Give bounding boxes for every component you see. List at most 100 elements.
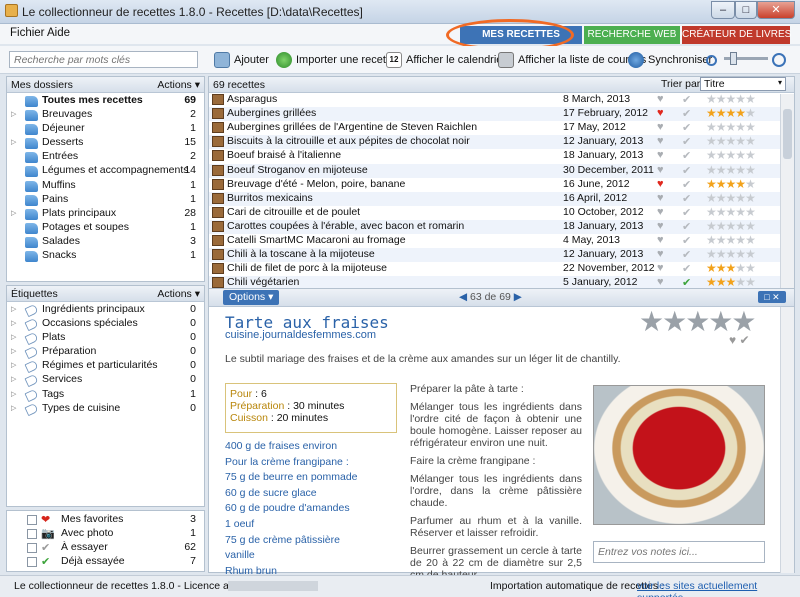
recipe-row[interactable]: Boeuf braisé à l'italienne 18 January, 20… (209, 148, 780, 163)
calendar-button[interactable]: 12 Afficher le calendrier (386, 50, 506, 70)
filter-checkbox[interactable] (27, 515, 37, 525)
tag-item[interactable]: ▷ Types de cuisine 0 (7, 402, 204, 416)
check-gray-icon[interactable]: ✔ (682, 192, 691, 205)
check-gray-icon[interactable]: ✔ (682, 234, 691, 247)
expand-arrow-icon[interactable]: ▷ (11, 110, 16, 118)
recipe-row[interactable]: Aubergines grillées 17 February, 2012 ♥ ✔ ★★… (209, 106, 780, 122)
expand-arrow-icon[interactable]: ▷ (11, 138, 16, 146)
rating-stars[interactable]: ★★★★★ (706, 205, 756, 219)
rating-stars[interactable]: ★★★★★ (706, 261, 756, 275)
tag-item[interactable]: ▷ Occasions spéciales 0 (7, 317, 204, 332)
heart-gray-icon[interactable]: ♥ (657, 234, 664, 246)
folder-item[interactable]: Potages et soupes 1 (7, 221, 204, 235)
filter-item[interactable]: ✔ À essayer 62 (7, 541, 204, 555)
rating-stars[interactable]: ★★★★★ (706, 163, 756, 177)
tags-actions-button[interactable]: Actions ▾ (157, 288, 200, 300)
folder-item[interactable]: Salades 3 (7, 235, 204, 249)
rating-stars[interactable]: ★★★★★ (706, 148, 756, 162)
recipe-row[interactable]: Chili à la toscane à la mijoteuse 12 Janu… (209, 247, 780, 263)
rating-stars[interactable]: ★★★★★ (706, 177, 756, 191)
add-button[interactable]: Ajouter (214, 50, 269, 70)
heart-gray-icon[interactable]: ♥ (657, 149, 664, 161)
folder-item[interactable]: Snacks 1 (7, 249, 204, 263)
tag-item[interactable]: ▷ Services 0 (7, 373, 204, 388)
detail-scrollbar[interactable] (780, 307, 794, 573)
heart-gray-icon[interactable]: ♥ (657, 121, 664, 133)
zoom-slider-thumb[interactable] (729, 52, 737, 65)
menu-fichier[interactable]: Fichier (10, 27, 45, 39)
expand-arrow-icon[interactable]: ▷ (11, 333, 16, 341)
tag-item[interactable]: ▷ Ingrédients principaux 0 (7, 303, 204, 318)
tag-item[interactable]: ▷ Plats 0 (7, 331, 204, 346)
filter-checkbox[interactable] (27, 529, 37, 539)
check-gray-icon[interactable]: ✔ (682, 107, 691, 120)
sort-select[interactable]: Titre ▾ (700, 77, 786, 91)
check-gray-icon[interactable]: ✔ (682, 248, 691, 261)
check-gray-icon[interactable]: ✔ (682, 135, 691, 148)
menu-aide[interactable]: Aide (47, 27, 70, 39)
heart-gray-icon[interactable]: ♥ (657, 248, 664, 260)
rating-stars[interactable]: ★★★★★ (706, 106, 756, 120)
expand-arrow-icon[interactable]: ▷ (11, 305, 16, 313)
recipe-row[interactable]: Aubergines grillées de l'Argentine de St… (209, 120, 780, 135)
check-gray-icon[interactable]: ✔ (682, 121, 691, 134)
heart-icon[interactable]: ♥ (657, 178, 664, 190)
rating-stars[interactable]: ★★★★★ (706, 247, 756, 261)
recipe-source-link[interactable]: cuisine.journaldesfemmes.com (225, 329, 376, 341)
folder-item[interactable]: Muffins 1 (7, 179, 204, 193)
filter-item[interactable]: ❤ Mes favorites 3 (7, 513, 204, 527)
heart-icon[interactable]: ♥ (657, 107, 664, 119)
heart-gray-icon[interactable]: ♥ (657, 93, 664, 105)
folder-item[interactable]: Légumes et accompagnements 14 (7, 164, 204, 178)
tab-createur-de-livres[interactable]: CRÉATEUR DE LIVRES (682, 26, 791, 44)
expand-arrow-icon[interactable]: ▷ (11, 209, 16, 217)
check-gray-icon[interactable]: ✔ (682, 262, 691, 275)
check-gray-icon[interactable]: ✔ (682, 93, 691, 106)
detail-heart-check-icons[interactable]: ♥ ✔ (729, 333, 750, 347)
rating-stars[interactable]: ★★★★★ (706, 120, 756, 134)
heart-gray-icon[interactable]: ♥ (657, 262, 664, 274)
recipe-row[interactable]: Asparagus 8 March, 2013 ♥ ✔ ★★★★★ (209, 92, 780, 107)
folder-item[interactable]: Déjeuner 1 (7, 122, 204, 136)
filter-item[interactable]: 📷 Avec photo 1 (7, 527, 204, 541)
expand-arrow-icon[interactable]: ▷ (11, 347, 16, 355)
folder-item[interactable]: ▷ Desserts 15 (7, 136, 204, 150)
folder-item[interactable]: ▷ Breuvages 2 (7, 108, 204, 122)
detail-window-controls[interactable]: □ ✕ (758, 291, 786, 303)
recipe-row[interactable]: Biscuits à la citrouille et aux pépites … (209, 134, 780, 150)
zoom-slider[interactable] (724, 52, 768, 65)
rating-stars[interactable]: ★★★★★ (706, 233, 756, 247)
filter-checkbox[interactable] (27, 557, 37, 567)
folder-item[interactable]: Pains 1 (7, 193, 204, 207)
heart-gray-icon[interactable]: ♥ (657, 220, 664, 232)
tag-item[interactable]: ▷ Préparation 0 (7, 345, 204, 360)
prev-recipe-arrow[interactable]: ◀ (459, 291, 467, 303)
heart-gray-icon[interactable]: ♥ (657, 164, 664, 176)
minimize-button[interactable]: – (711, 1, 735, 19)
recipe-row[interactable]: Boeuf Stroganov en mijoteuse 30 December,… (209, 163, 780, 178)
expand-arrow-icon[interactable]: ▷ (11, 375, 16, 383)
rating-stars[interactable]: ★★★★★ (706, 191, 756, 205)
recipe-row[interactable]: Carottes coupées à l'érable, avec bacon … (209, 219, 780, 234)
expand-arrow-icon[interactable]: ▷ (11, 390, 16, 398)
zoom-in-icon[interactable] (772, 50, 786, 70)
check-gray-icon[interactable]: ✔ (682, 149, 691, 162)
shopping-list-button[interactable]: Afficher la liste de courses (498, 50, 646, 70)
recipe-row[interactable]: Burritos mexicains 16 April, 2012 ♥ ✔ ★★★★★ (209, 191, 780, 206)
folder-item[interactable]: Entrées 2 (7, 150, 204, 164)
search-input[interactable] (9, 51, 198, 68)
supported-sites-link[interactable]: voir les sites actuellement supportés (637, 580, 800, 597)
rating-stars[interactable]: ★★★★★ (706, 134, 756, 148)
recipe-row[interactable]: Catelli SmartMC Macaroni au fromage 4 May… (209, 233, 780, 248)
expand-arrow-icon[interactable]: ▷ (11, 404, 16, 412)
heart-gray-icon[interactable]: ♥ (657, 276, 664, 288)
sync-button[interactable]: Synchroniser (628, 50, 712, 70)
heart-gray-icon[interactable]: ♥ (657, 135, 664, 147)
check-gray-icon[interactable]: ✔ (682, 178, 691, 191)
close-button[interactable]: ✕ (757, 1, 795, 19)
maximize-button[interactable]: □ (735, 1, 757, 19)
options-button[interactable]: Options ▾ (223, 290, 280, 305)
import-button[interactable]: Importer une recette (276, 50, 395, 70)
check-gray-icon[interactable]: ✔ (682, 206, 691, 219)
recipe-row[interactable]: Chili de filet de porc à la mijoteuse 22 … (209, 261, 780, 276)
